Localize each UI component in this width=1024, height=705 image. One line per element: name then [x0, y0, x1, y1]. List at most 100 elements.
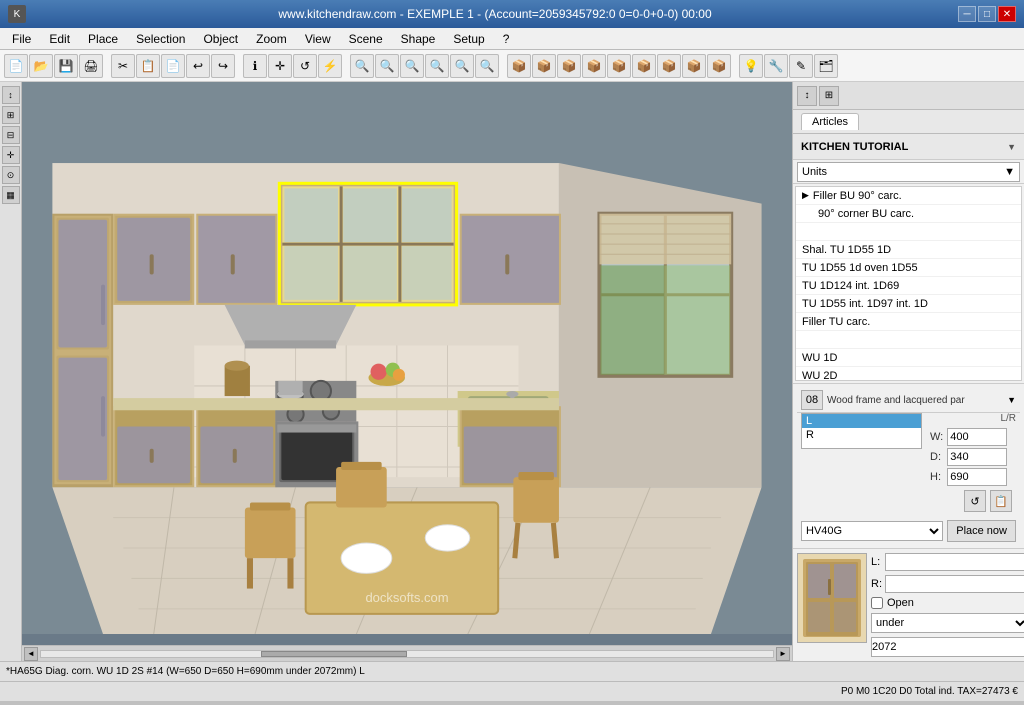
art-wu1d[interactable]: WU 1D [796, 349, 1021, 367]
tb-zoom-fit[interactable]: 🔍 [400, 54, 424, 78]
article-list[interactable]: ▶ Filler BU 90° carc. 90° corner BU carc… [795, 186, 1022, 381]
lt-btn-2[interactable]: ⊞ [2, 106, 20, 124]
menu-selection[interactable]: Selection [128, 30, 193, 48]
l-value-input[interactable] [885, 553, 1024, 571]
kt-title: KITCHEN TUTORIAL [801, 141, 908, 153]
menu-scene[interactable]: Scene [341, 30, 391, 48]
scroll-right-btn[interactable]: ► [776, 647, 790, 661]
tb-3d9[interactable]: 📦 [707, 54, 731, 78]
kt-header: KITCHEN TUTORIAL ▼ [793, 134, 1024, 160]
tb-zoom6[interactable]: 🔍 [475, 54, 499, 78]
art-shal-tu[interactable]: Shal. TU 1D55 1D [796, 241, 1021, 259]
r-label: R: [871, 578, 883, 590]
h-scrollbar[interactable]: ◄ ► [22, 645, 792, 661]
tb-zoom-ext[interactable]: 🔍 [425, 54, 449, 78]
tb-move[interactable]: ✛ [268, 54, 292, 78]
tb-3d5[interactable]: 📦 [607, 54, 631, 78]
window-controls: ─ □ ✕ [958, 6, 1016, 22]
scroll-thumb[interactable] [261, 651, 407, 657]
under-select[interactable]: under [871, 613, 1024, 633]
art-tu1d55[interactable]: TU 1D55 1d oven 1D55 [796, 259, 1021, 277]
place-now-button[interactable]: Place now [947, 520, 1016, 542]
menu-zoom[interactable]: Zoom [248, 30, 295, 48]
lt-btn-3[interactable]: ⊟ [2, 126, 20, 144]
menu-help[interactable]: ? [495, 30, 518, 48]
tb-3d7[interactable]: 📦 [657, 54, 681, 78]
d-input[interactable] [947, 448, 1007, 466]
lt-btn-6[interactable]: ▦ [2, 186, 20, 204]
lr-item-L[interactable]: L [802, 414, 921, 428]
w-input[interactable] [947, 428, 1007, 446]
tb-paste[interactable]: 📄 [161, 54, 185, 78]
art-label: 90° corner BU carc. [818, 208, 914, 220]
lt-btn-4[interactable]: ✛ [2, 146, 20, 164]
articles-tab-btn[interactable]: Articles [801, 113, 859, 130]
tb-zoom-in[interactable]: 🔍 [350, 54, 374, 78]
tb-open[interactable]: 📂 [29, 54, 53, 78]
tb-cut[interactable]: ✂ [111, 54, 135, 78]
art-wu2d[interactable]: WU 2D [796, 367, 1021, 381]
art-tu1d124[interactable]: TU 1D124 int. 1D69 [796, 277, 1021, 295]
tb-light[interactable]: 💡 [739, 54, 763, 78]
app-icon: K [8, 5, 26, 23]
tb-3d6[interactable]: 📦 [632, 54, 656, 78]
scroll-left-btn[interactable]: ◄ [24, 647, 38, 661]
tb-redo[interactable]: ↪ [211, 54, 235, 78]
menu-edit[interactable]: Edit [41, 30, 78, 48]
tb-info[interactable]: ℹ [243, 54, 267, 78]
menu-setup[interactable]: Setup [445, 30, 492, 48]
tb-undo[interactable]: ↩ [186, 54, 210, 78]
art-filler-bu[interactable]: ▶ Filler BU 90° carc. [796, 187, 1021, 205]
tb-3d3[interactable]: 📦 [557, 54, 581, 78]
h-input[interactable] [947, 468, 1007, 486]
tb-3d8[interactable]: 📦 [682, 54, 706, 78]
tb-zoom5[interactable]: 🔍 [450, 54, 474, 78]
menu-view[interactable]: View [297, 30, 339, 48]
lt-btn-5[interactable]: ⊙ [2, 166, 20, 184]
tb-layers[interactable]: 🗂 [814, 54, 838, 78]
tb-copy[interactable]: 📋 [136, 54, 160, 78]
r-value-input[interactable] [885, 575, 1024, 593]
menu-shape[interactable]: Shape [393, 30, 444, 48]
code08-arrow[interactable]: ▼ [1007, 395, 1016, 405]
tb-new[interactable]: 📄 [4, 54, 28, 78]
lt-btn-1[interactable]: ↕ [2, 86, 20, 104]
refresh-btn[interactable]: ↺ [964, 490, 986, 512]
kt-dropdown-arrow[interactable]: ▼ [1007, 142, 1016, 152]
tb-zoom-out[interactable]: 🔍 [375, 54, 399, 78]
art-filler-tu[interactable]: Filler TU carc. [796, 313, 1021, 331]
3d-viewport[interactable]: docksofts.com [22, 82, 792, 645]
menu-file[interactable]: File [4, 30, 39, 48]
preview-svg [798, 554, 866, 642]
rp-btn-1[interactable]: ↕ [797, 86, 817, 106]
tb-lightning[interactable]: ⚡ [318, 54, 342, 78]
art-tu1d55int[interactable]: TU 1D55 int. 1D97 int. 1D [796, 295, 1021, 313]
menu-object[interactable]: Object [195, 30, 246, 48]
tb-3d4[interactable]: 📦 [582, 54, 606, 78]
minimize-button[interactable]: ─ [958, 6, 976, 22]
tb-rotate[interactable]: ↺ [293, 54, 317, 78]
code-select[interactable]: HV40G [801, 521, 943, 541]
lr-item-R[interactable]: R [802, 428, 921, 442]
scroll-track[interactable] [40, 650, 774, 658]
tb-edit[interactable]: ✎ [789, 54, 813, 78]
lr-list[interactable]: L R [801, 413, 922, 449]
code08-text: Wood frame and lacquered par [827, 395, 1003, 406]
tb-settings[interactable]: 🔧 [764, 54, 788, 78]
rpanel-toolbar: ↕ ⊞ [793, 82, 1024, 110]
tb-save[interactable]: 💾 [54, 54, 78, 78]
close-button[interactable]: ✕ [998, 6, 1016, 22]
units-select[interactable]: Units ▼ [797, 162, 1020, 182]
copy-btn[interactable]: 📋 [990, 490, 1012, 512]
art-corner-bu[interactable]: 90° corner BU carc. [796, 205, 1021, 223]
menu-place[interactable]: Place [80, 30, 126, 48]
art-label: WU 1D [802, 352, 837, 364]
year-input[interactable] [871, 637, 1024, 657]
maximize-button[interactable]: □ [978, 6, 996, 22]
tb-3d1[interactable]: 📦 [507, 54, 531, 78]
tb-3d2[interactable]: 📦 [532, 54, 556, 78]
action-row: ↺ 📋 [926, 488, 1016, 514]
tb-print[interactable]: 🖨 [79, 54, 103, 78]
rp-btn-2[interactable]: ⊞ [819, 86, 839, 106]
open-checkbox[interactable] [871, 597, 883, 609]
